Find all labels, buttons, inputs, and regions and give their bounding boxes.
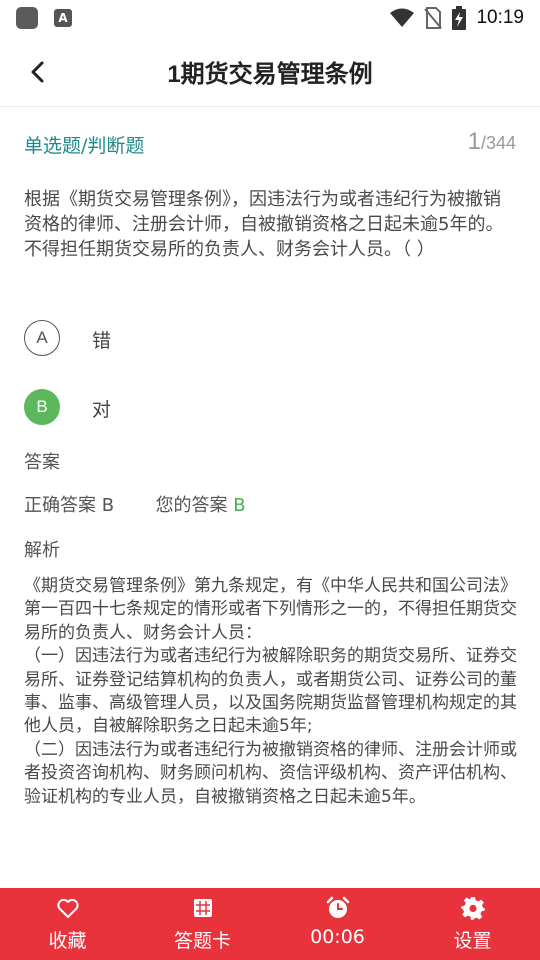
analysis-paragraph: （二）因违法行为或者违纪行为被撤销资格的律师、注册会计师或者投资咨询机构、财务顾… xyxy=(24,739,517,807)
app-header: 1期货交易管理条例 xyxy=(0,36,540,107)
answer-line: 正确答案 B 您的答案 B xyxy=(24,491,246,517)
question-text: 根据《期货交易管理条例》，因违法行为或者违纪行为被撤销资格的律师、注册会计师，自… xyxy=(24,189,504,260)
page-title: 1期货交易管理条例 xyxy=(167,61,373,88)
status-time: 10:19 xyxy=(476,7,524,28)
alarm-clock-icon xyxy=(326,896,349,918)
option-letter-circle: A xyxy=(24,320,60,356)
no-sim-icon xyxy=(424,7,443,29)
option-a[interactable]: A 错 xyxy=(24,320,324,360)
correct-answer-value: B xyxy=(101,495,115,516)
option-text: 对 xyxy=(92,399,112,421)
grid-icon xyxy=(193,899,212,917)
heart-icon xyxy=(56,898,79,918)
analysis-heading: 解析 xyxy=(24,540,60,561)
analysis-body: 《期货交易管理条例》第九条规定，有《中华人民共和国公司法》第一百四十七条规定的情… xyxy=(24,575,518,888)
question-progress: 1/344 xyxy=(468,128,516,156)
option-b[interactable]: B 对 xyxy=(24,389,324,429)
app-icon xyxy=(16,7,38,29)
favorite-button[interactable]: 收藏 xyxy=(0,888,135,960)
gear-icon xyxy=(460,897,485,920)
battery-charging-icon xyxy=(452,6,467,30)
current-question-number: 1 xyxy=(467,128,481,155)
analysis-paragraph: （一）因违法行为或者违纪行为被解除职务的期货交易所、证券交易所、证券登记结算机构… xyxy=(24,646,517,737)
bottom-toolbar: 收藏 答题卡 00:06 设置 xyxy=(0,888,540,960)
total-questions: /344 xyxy=(480,133,516,153)
option-letter-circle-correct: B xyxy=(24,389,60,425)
settings-button[interactable]: 设置 xyxy=(405,888,540,960)
notification-icon: A xyxy=(54,9,72,27)
wifi-icon xyxy=(390,8,415,27)
timer-value: 00:06 xyxy=(310,926,365,948)
your-answer-label: 您的答案 xyxy=(155,495,228,516)
status-bar: A 10:19 xyxy=(0,0,540,36)
favorite-label: 收藏 xyxy=(48,930,87,952)
your-answer-value: B xyxy=(233,495,246,516)
settings-label: 设置 xyxy=(453,930,492,952)
timer[interactable]: 00:06 xyxy=(270,888,405,960)
analysis-paragraph: 《期货交易管理条例》第九条规定，有《中华人民共和国公司法》第一百四十七条规定的情… xyxy=(24,576,517,643)
option-text: 错 xyxy=(92,330,112,352)
answer-card-label: 答题卡 xyxy=(173,930,231,952)
correct-answer-label: 正确答案 xyxy=(24,495,96,516)
answer-card-button[interactable]: 答题卡 xyxy=(135,888,270,960)
question-type: 单选题/判断题 xyxy=(24,135,145,157)
answer-heading: 答案 xyxy=(24,452,60,473)
